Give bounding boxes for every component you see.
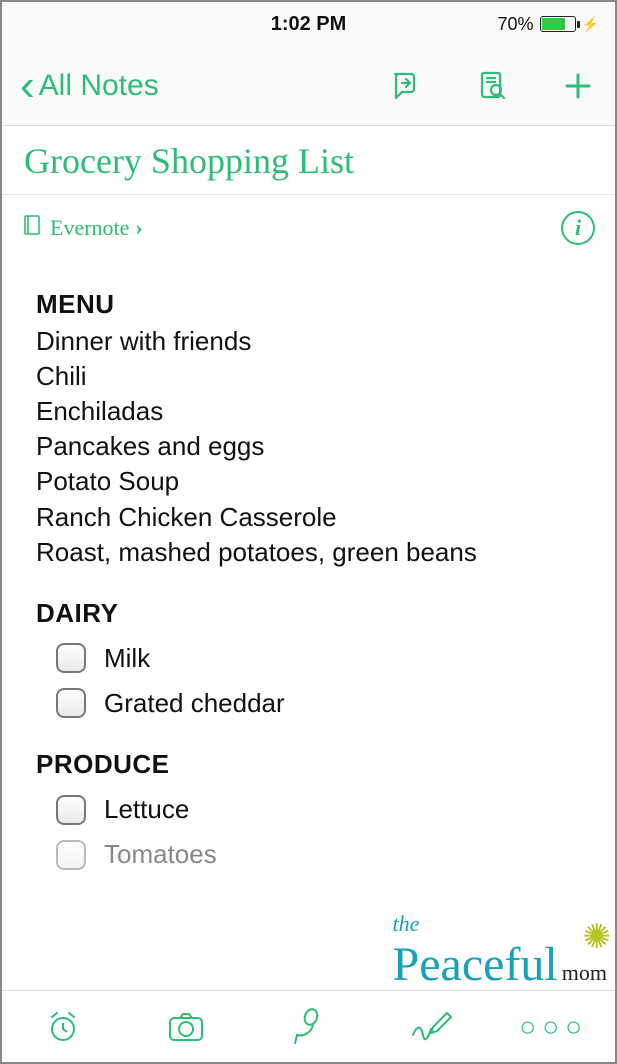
menu-item: Pancakes and eggs <box>36 429 581 464</box>
checklist-item[interactable]: Grated cheddar <box>56 686 581 721</box>
section-heading-menu: MENU <box>36 287 581 322</box>
status-time: 1:02 PM <box>271 13 347 36</box>
handwriting-icon[interactable] <box>409 1005 453 1049</box>
nav-actions <box>387 67 597 105</box>
back-label: All Notes <box>39 69 159 103</box>
checkbox-icon[interactable] <box>56 795 86 825</box>
camera-icon[interactable] <box>164 1005 208 1049</box>
add-icon[interactable] <box>559 67 597 105</box>
search-note-icon[interactable] <box>473 67 511 105</box>
checklist-item[interactable]: Lettuce <box>56 792 581 827</box>
nav-bar: ‹ All Notes <box>2 46 615 126</box>
microphone-icon[interactable] <box>286 1005 330 1049</box>
notebook-name: Evernote <box>50 215 129 241</box>
checklist-item[interactable]: Tomatoes <box>56 837 581 872</box>
note-title[interactable]: Grocery Shopping List <box>2 126 615 195</box>
checkbox-icon[interactable] <box>56 643 86 673</box>
menu-item: Ranch Chicken Casserole <box>36 500 581 535</box>
menu-item: Dinner with friends <box>36 324 581 359</box>
checkbox-icon[interactable] <box>56 688 86 718</box>
status-bar: 1:02 PM 70% ⚡ <box>2 2 615 46</box>
charging-icon: ⚡ <box>582 16 599 33</box>
info-icon[interactable]: i <box>561 211 595 245</box>
reminder-icon[interactable] <box>41 1005 85 1049</box>
checklist-label: Milk <box>104 641 150 676</box>
checklist-label: Lettuce <box>104 792 189 827</box>
chevron-right-icon: › <box>135 215 142 241</box>
notebook-icon <box>22 214 42 242</box>
section-heading-produce: PRODUCE <box>36 747 581 782</box>
checklist-label: Tomatoes <box>104 837 217 872</box>
more-icon[interactable]: ○○○ <box>532 1005 576 1049</box>
notebook-row[interactable]: Evernote › i <box>2 195 615 253</box>
share-icon[interactable] <box>387 67 425 105</box>
menu-item: Roast, mashed potatoes, green beans <box>36 535 581 570</box>
menu-item: Potato Soup <box>36 464 581 499</box>
checklist-item[interactable]: Milk <box>56 641 581 676</box>
checkbox-icon[interactable] <box>56 840 86 870</box>
bottom-toolbar: ○○○ <box>2 990 615 1062</box>
watermark: ✺ the Peaceful mom <box>393 911 607 992</box>
menu-item: Chili <box>36 359 581 394</box>
flower-icon: ✺ <box>583 917 612 957</box>
battery-icon <box>540 16 576 32</box>
note-body[interactable]: MENU Dinner with friends Chili Enchilada… <box>2 253 615 872</box>
battery-percent: 70% <box>498 14 534 35</box>
menu-item: Enchiladas <box>36 394 581 429</box>
back-button[interactable]: ‹ All Notes <box>20 64 159 108</box>
chevron-left-icon: ‹ <box>20 64 35 108</box>
section-heading-dairy: DAIRY <box>36 596 581 631</box>
checklist-label: Grated cheddar <box>104 686 285 721</box>
status-right: 70% ⚡ <box>498 14 599 35</box>
